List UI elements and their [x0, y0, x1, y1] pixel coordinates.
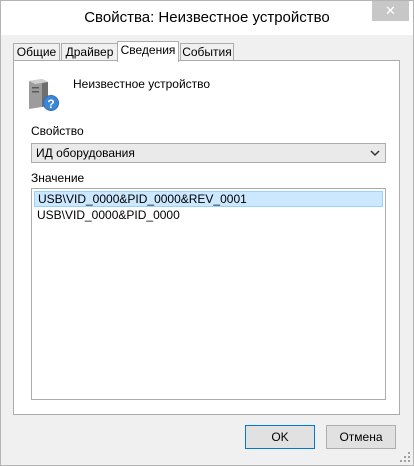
- property-select[interactable]: ИД оборудования: [31, 143, 386, 163]
- tab-details[interactable]: Сведения: [117, 41, 179, 62]
- details-panel: ? Неизвестное устройство Свойство ИД обо…: [13, 60, 400, 415]
- property-label: Свойство: [31, 124, 84, 138]
- tab-general[interactable]: Общие: [13, 43, 60, 61]
- cancel-button[interactable]: Отмена: [326, 425, 396, 449]
- title-bar[interactable]: Свойства: Неизвестное устройство ✕: [1, 1, 413, 35]
- value-label: Значение: [31, 171, 85, 185]
- properties-dialog: Свойства: Неизвестное устройство ✕ Общие…: [0, 0, 414, 466]
- value-listbox[interactable]: USB\VID_0000&PID_0000&REV_0001 USB\VID_0…: [31, 188, 386, 400]
- property-select-value: ИД оборудования: [36, 146, 135, 160]
- resize-grip-icon[interactable]: [399, 451, 411, 463]
- chevron-down-icon: [370, 150, 380, 157]
- tab-driver[interactable]: Драйвер: [61, 43, 118, 61]
- list-item[interactable]: USB\VID_0000&PID_0000&REV_0001: [34, 191, 383, 207]
- window-title: Свойства: Неизвестное устройство: [84, 9, 330, 26]
- svg-text:?: ?: [47, 97, 54, 111]
- tab-events[interactable]: События: [180, 43, 234, 61]
- device-name: Неизвестное устройство: [73, 77, 211, 91]
- list-item[interactable]: USB\VID_0000&PID_0000: [34, 208, 383, 224]
- close-button[interactable]: ✕: [372, 1, 409, 21]
- unknown-device-icon: ?: [29, 79, 59, 111]
- ok-button[interactable]: OK: [245, 425, 315, 449]
- close-icon: ✕: [385, 3, 396, 18]
